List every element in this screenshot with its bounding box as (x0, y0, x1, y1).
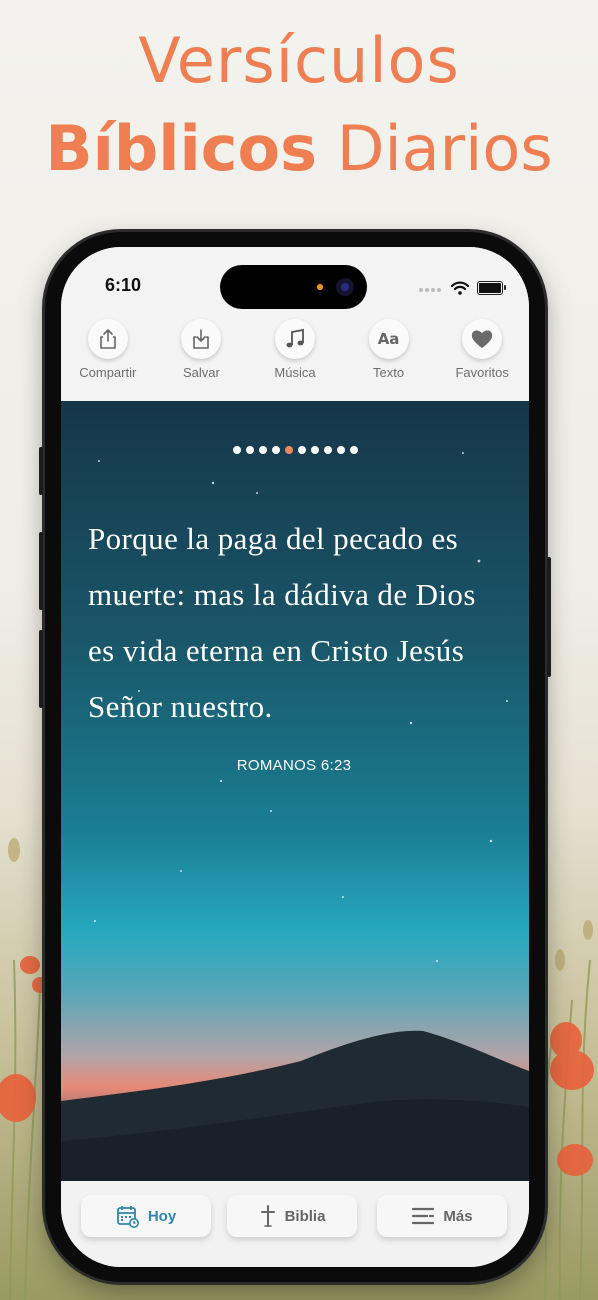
status-time: 6:10 (105, 275, 142, 295)
share-button[interactable]: Compartir (63, 319, 153, 401)
bottom-tab-bar: Hoy Biblia Más (61, 1181, 529, 1267)
text-label: Texto (373, 365, 405, 380)
promo-title-line2: Bíblicos Diarios (0, 110, 598, 188)
phone-frame: 6:10 Compartir Salvar Música Aa Texto Fa… (39, 232, 551, 1282)
tab-more[interactable]: Más (377, 1195, 507, 1237)
phone-side-button (39, 447, 43, 495)
favorites-label: Favoritos (455, 365, 509, 380)
tab-bible[interactable]: Biblia (227, 1195, 357, 1237)
save-label: Salvar (182, 365, 220, 380)
page-dot[interactable] (323, 446, 332, 454)
tab-bible-label: Biblia (284, 1207, 326, 1225)
promo-title-line1: Versículos (138, 24, 460, 97)
phone-volume-down (39, 630, 43, 708)
menu-icon (412, 1207, 435, 1225)
page-dot[interactable] (349, 446, 358, 454)
page-dot[interactable] (271, 446, 280, 454)
camera-icon (336, 278, 354, 296)
cross-icon (260, 1205, 275, 1227)
favorites-button[interactable]: Favoritos (437, 319, 527, 401)
verse-reference: ROMANOS 6:23 (236, 757, 352, 774)
app-screen: 6:10 Compartir Salvar Música Aa Texto Fa… (61, 247, 529, 1267)
status-bar: 6:10 (61, 247, 529, 319)
share-label: Compartir (79, 365, 137, 380)
heart-icon (471, 330, 493, 348)
battery-icon (477, 281, 506, 295)
page-dot[interactable] (245, 446, 254, 454)
signal-icon (419, 279, 443, 297)
share-icon (99, 329, 116, 349)
page-dot[interactable] (232, 446, 241, 454)
dynamic-island (220, 265, 367, 309)
text-button[interactable]: Aa Texto (344, 319, 434, 401)
page-indicator[interactable] (61, 441, 529, 459)
promo-title-bold: Bíblicos (45, 112, 317, 185)
page-dot-active[interactable] (284, 446, 293, 454)
page-dot[interactable] (258, 446, 267, 454)
music-label: Música (274, 365, 316, 380)
music-note-icon (286, 328, 304, 348)
wifi-icon (451, 281, 469, 295)
download-icon (193, 329, 210, 349)
promo-title-rest: Diarios (336, 112, 553, 185)
tab-today-label: Hoy (147, 1207, 177, 1225)
text-size-icon: Aa (377, 330, 400, 348)
page-dot[interactable] (336, 446, 345, 454)
phone-power-button (547, 557, 551, 677)
page-dot[interactable] (310, 446, 319, 454)
tab-today[interactable]: Hoy (81, 1195, 211, 1237)
status-icons (419, 279, 506, 297)
music-button[interactable]: Música (250, 319, 340, 401)
verse-text: Porque la paga del pecado es muerte: mas… (88, 521, 476, 724)
phone-volume-up (39, 532, 43, 610)
action-toolbar: Compartir Salvar Música Aa Texto Favorit… (61, 319, 529, 401)
privacy-indicator (317, 284, 323, 290)
tab-more-label: Más (443, 1207, 473, 1225)
promo-heading: Versículos Bíblicos Diarios (0, 22, 598, 188)
verse-card[interactable]: Porque la paga del pecado es muerte: mas… (61, 401, 529, 1181)
page-dot[interactable] (297, 446, 306, 454)
save-button[interactable]: Salvar (156, 319, 246, 401)
calendar-icon (116, 1206, 139, 1228)
